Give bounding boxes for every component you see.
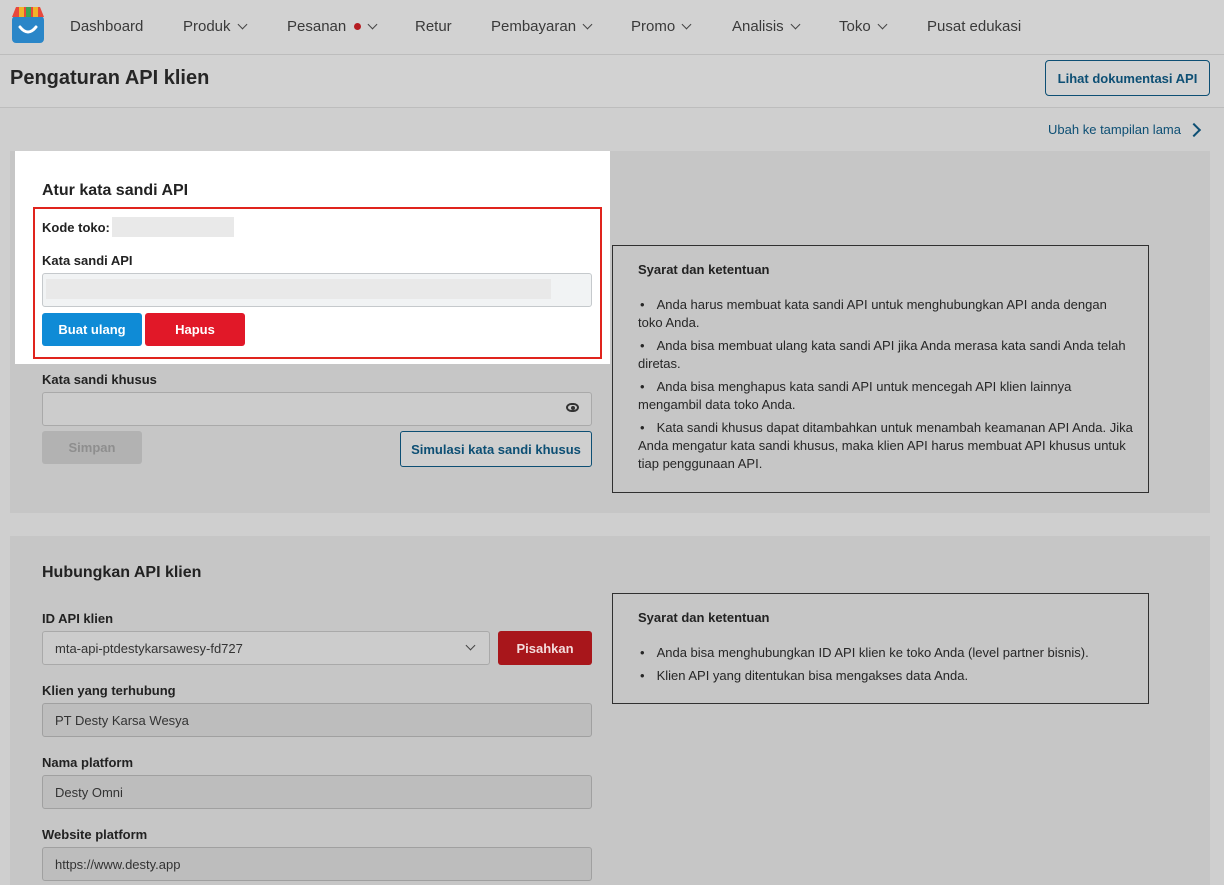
disconnect-button[interactable]: Pisahkan — [498, 631, 592, 665]
terms-item: Anda harus membuat kata sandi API untuk … — [638, 296, 1133, 332]
terms-item: Anda bisa menghapus kata sandi API untuk… — [638, 378, 1133, 414]
chevron-down-icon — [790, 19, 801, 30]
nav-label: Analisis — [732, 18, 784, 35]
custom-password-label: Kata sandi khusus — [42, 372, 157, 387]
old-view-label: Ubah ke tampilan lama — [1048, 122, 1181, 137]
nav-item-promo[interactable]: Promo — [631, 18, 692, 35]
platform-website-field: https://www.desty.app — [42, 847, 592, 881]
nav-item-analisis[interactable]: Analisis — [732, 18, 801, 35]
terms-item: Anda bisa menghubungkan ID API klien ke … — [638, 644, 1133, 662]
terms-title: Syarat dan ketentuan — [638, 610, 770, 625]
top-navigation: Dashboard Produk Pesanan Retur Pembayara… — [0, 0, 1224, 55]
shop-code-label: Kode toko: — [42, 220, 110, 235]
platform-name-label: Nama platform — [42, 755, 134, 770]
chevron-right-icon — [1186, 122, 1202, 137]
api-password-terms-box: Syarat dan ketentuan Anda harus membuat … — [612, 245, 1149, 493]
page-title: Pengaturan API klien — [10, 67, 210, 89]
old-view-link[interactable]: Ubah ke tampilan lama — [1048, 122, 1202, 137]
view-api-docs-button[interactable]: Lihat dokumentasi API — [1045, 60, 1210, 96]
nav-item-pesanan[interactable]: Pesanan — [287, 18, 378, 35]
terms-list: Anda bisa menghubungkan ID API klien ke … — [638, 644, 1133, 685]
connected-client-field: PT Desty Karsa Wesya — [42, 703, 592, 737]
terms-item: Kata sandi khusus dapat ditambahkan untu… — [638, 419, 1133, 473]
simulate-custom-password-button[interactable]: Simulasi kata sandi khusus — [400, 431, 592, 467]
custom-password-field[interactable] — [42, 392, 592, 426]
nav-label: Promo — [631, 18, 676, 35]
nav-label: Toko — [839, 18, 871, 35]
nav-label: Produk — [183, 18, 231, 35]
notification-dot-icon — [354, 23, 362, 30]
terms-list: Anda harus membuat kata sandi API untuk … — [638, 296, 1133, 473]
chevron-down-icon — [237, 19, 247, 30]
nav-label: Pembayaran — [491, 18, 577, 35]
chevron-down-icon — [877, 19, 888, 30]
client-id-label: ID API klien — [42, 611, 114, 626]
save-button[interactable]: Simpan — [42, 431, 142, 464]
connect-client-section-title: Hubungkan API klien — [42, 564, 202, 581]
api-password-section-title: Atur kata sandi API — [42, 182, 189, 199]
delete-button[interactable]: Hapus — [145, 313, 245, 346]
chevron-down-icon — [367, 19, 378, 30]
api-password-label: Kata sandi API — [42, 253, 133, 268]
nav-label: Dashboard — [70, 18, 144, 35]
terms-title: Syarat dan ketentuan — [638, 262, 770, 277]
nav-item-pusat-edukasi[interactable]: Pusat edukasi — [927, 18, 1021, 35]
platform-website-label: Website platform — [42, 827, 148, 842]
page-header: Pengaturan API klien Lihat dokumentasi A… — [0, 55, 1224, 108]
terms-item: Klien API yang ditentukan bisa mengakses… — [638, 667, 1133, 685]
connect-client-terms-box: Syarat dan ketentuan Anda bisa menghubun… — [612, 593, 1149, 704]
connected-client-label: Klien yang terhubung — [42, 683, 176, 698]
chevron-down-icon — [681, 19, 692, 30]
chevron-down-icon — [582, 19, 593, 30]
platform-name-field: Desty Omni — [42, 775, 592, 809]
show-password-eye-icon[interactable] — [566, 403, 579, 412]
nav-item-dashboard[interactable]: Dashboard — [70, 18, 143, 35]
regenerate-button[interactable]: Buat ulang — [42, 313, 142, 346]
nav-label: Pesanan — [287, 18, 347, 35]
shop-code-value-redacted — [112, 217, 234, 237]
nav-item-pembayaran[interactable]: Pembayaran — [491, 18, 593, 35]
client-id-select[interactable]: mta-api-ptdestykarsawesy-fd727 — [42, 631, 490, 665]
shop-logo-icon[interactable] — [10, 5, 46, 45]
nav-label: Retur — [415, 18, 452, 35]
terms-item: Anda bisa membuat ulang kata sandi API j… — [638, 337, 1133, 373]
nav-item-produk[interactable]: Produk — [183, 18, 247, 35]
nav-item-toko[interactable]: Toko — [839, 18, 888, 35]
nav-item-retur[interactable]: Retur — [415, 18, 452, 35]
nav-label: Pusat edukasi — [927, 18, 1022, 35]
api-password-value-redacted — [46, 279, 551, 299]
